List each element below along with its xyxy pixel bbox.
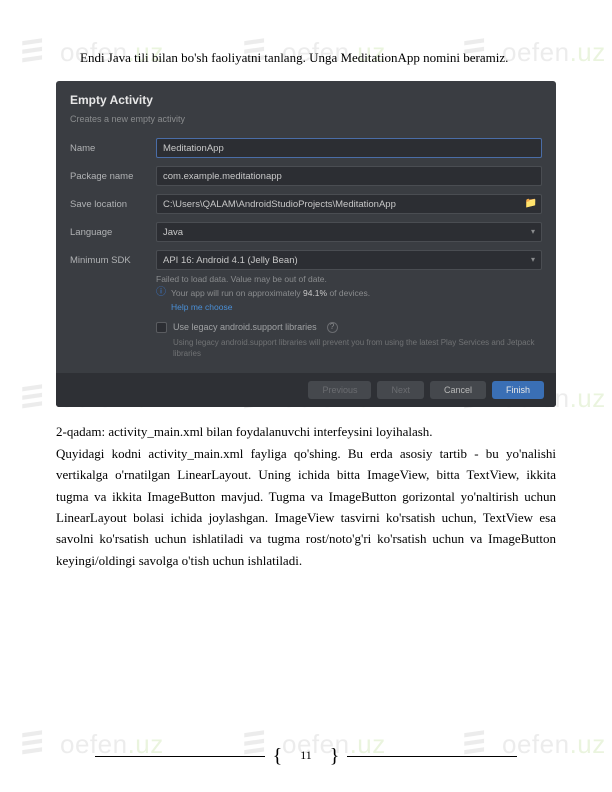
- new-project-dialog: Empty Activity Creates a new empty activ…: [56, 81, 556, 407]
- info-line-2: Your app will run on approximately 94.1%…: [171, 288, 370, 300]
- chevron-down-icon: ▾: [531, 254, 535, 267]
- save-location-label: Save location: [70, 197, 146, 212]
- dialog-subtitle: Creates a new empty activity: [70, 112, 542, 126]
- info-line-1: Failed to load data. Value may be out of…: [156, 274, 542, 286]
- legacy-checkbox-label: Use legacy android.support libraries: [173, 320, 317, 334]
- name-field[interactable]: MeditationApp: [156, 138, 542, 158]
- info-icon: ⓘ: [156, 288, 166, 298]
- package-label: Package name: [70, 169, 146, 184]
- legacy-note: Using legacy android.support libraries w…: [173, 338, 542, 359]
- name-label: Name: [70, 141, 146, 156]
- step-title: 2-qadam: activity_main.xml bilan foydala…: [56, 421, 556, 442]
- previous-button[interactable]: Previous: [308, 381, 371, 399]
- save-location-field[interactable]: C:\Users\QALAM\AndroidStudioProjects\Med…: [156, 194, 542, 214]
- body-paragraph: Quyidagi kodni activity_main.xml fayliga…: [56, 443, 556, 572]
- page-number: 11: [290, 746, 322, 765]
- finish-button[interactable]: Finish: [492, 381, 544, 399]
- page-footer: { 11 }: [0, 746, 612, 766]
- minsdk-label: Minimum SDK: [70, 253, 146, 268]
- help-me-choose-link[interactable]: Help me choose: [171, 302, 542, 314]
- cancel-button[interactable]: Cancel: [430, 381, 486, 399]
- minsdk-dropdown[interactable]: API 16: Android 4.1 (Jelly Bean) ▾: [156, 250, 542, 270]
- chevron-down-icon: ▾: [531, 226, 535, 239]
- sdk-info-block: Failed to load data. Value may be out of…: [156, 274, 542, 314]
- dialog-title: Empty Activity: [70, 91, 542, 110]
- language-label: Language: [70, 225, 146, 240]
- package-field[interactable]: com.example.meditationapp: [156, 166, 542, 186]
- legacy-checkbox[interactable]: [156, 322, 167, 333]
- language-dropdown[interactable]: Java ▾: [156, 222, 542, 242]
- brace-right: }: [330, 746, 340, 766]
- help-icon[interactable]: ?: [327, 322, 338, 333]
- intro-paragraph: Endi Java tili bilan bo'sh faoliyatni ta…: [56, 48, 556, 69]
- next-button[interactable]: Next: [377, 381, 424, 399]
- folder-icon[interactable]: 📁: [525, 196, 537, 212]
- brace-left: {: [273, 746, 283, 766]
